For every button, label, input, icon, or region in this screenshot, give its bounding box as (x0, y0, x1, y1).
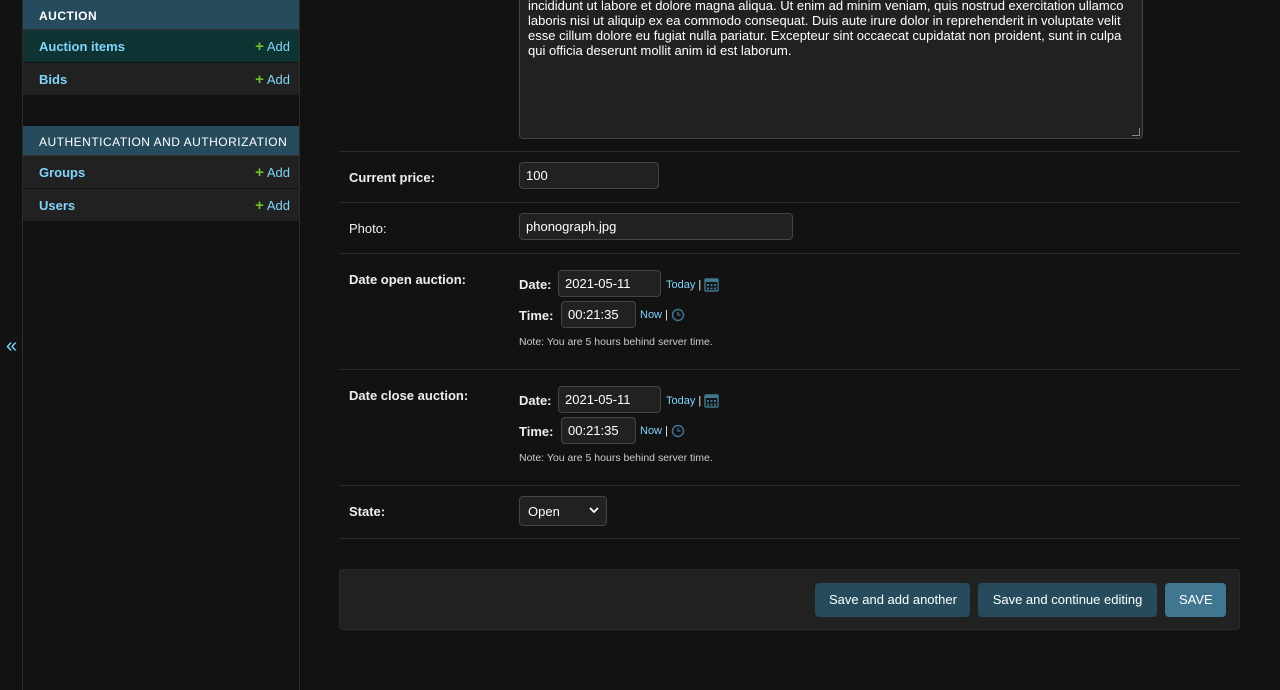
clock-icon[interactable] (671, 308, 685, 322)
date-close-today-link[interactable]: Today (666, 395, 695, 407)
date-open-now-link[interactable]: Now (640, 309, 662, 321)
date-open-time-label: Time: (519, 308, 554, 323)
module-caption-authentication[interactable]: AUTHENTICATION AND AUTHORIZATION (23, 126, 299, 156)
state-select[interactable]: Open (519, 496, 607, 526)
module-spacer (23, 96, 299, 126)
current-price-input[interactable] (519, 162, 659, 189)
separator: | (665, 425, 668, 437)
save-button[interactable]: SAVE (1165, 583, 1226, 617)
separator: | (698, 278, 702, 291)
date-open-time-input[interactable] (561, 301, 636, 328)
date-close-date-input[interactable] (558, 386, 661, 413)
date-close-date-label: Date: (519, 393, 552, 408)
row-divider (339, 202, 1240, 203)
clock-icon[interactable] (671, 424, 685, 438)
date-open-timezone-note: Note: You are 5 hours behind server time… (519, 336, 713, 348)
row-divider (339, 151, 1240, 152)
module-auction: AUCTION Auction items + Add Bids + Add (23, 0, 299, 96)
add-user-link[interactable]: + Add (255, 198, 290, 213)
module-authentication: AUTHENTICATION AND AUTHORIZATION Groups … (23, 126, 299, 222)
add-auction-item-link[interactable]: + Add (255, 39, 290, 54)
add-label: Add (266, 71, 290, 87)
sidebar-item-bids: Bids + Add (23, 63, 299, 96)
date-open-date-input[interactable] (558, 270, 661, 297)
add-label: Add (266, 164, 290, 180)
plus-icon: + (255, 70, 264, 88)
date-open-date-label: Date: (519, 277, 552, 292)
add-group-link[interactable]: + Add (255, 165, 290, 180)
plus-icon: + (255, 37, 264, 55)
date-close-time-label: Time: (519, 424, 554, 439)
date-close-timezone-note: Note: You are 5 hours behind server time… (519, 452, 713, 464)
row-divider (339, 485, 1240, 486)
separator: | (665, 309, 668, 321)
sidebar-item-groups: Groups + Add (23, 156, 299, 189)
calendar-icon[interactable] (704, 393, 719, 408)
row-divider (339, 538, 1240, 539)
plus-icon: + (255, 163, 264, 181)
plus-icon: + (255, 196, 264, 214)
save-and-continue-button[interactable]: Save and continue editing (978, 583, 1157, 617)
add-label: Add (266, 38, 290, 54)
date-close-now-link[interactable]: Now (640, 425, 662, 437)
date-open-time-shortcuts: Now | (640, 308, 685, 322)
sidebar-collapse-strip: « (0, 0, 23, 690)
calendar-icon[interactable] (704, 277, 719, 292)
date-open-shortcuts: Today | (666, 277, 719, 292)
add-bid-link[interactable]: + Add (255, 72, 290, 87)
resize-handle-icon[interactable] (1132, 128, 1140, 136)
photo-input[interactable] (519, 213, 793, 240)
photo-label: Photo: (349, 221, 387, 236)
description-textarea[interactable]: incididunt ut labore et dolore magna ali… (519, 0, 1143, 139)
date-close-shortcuts: Today | (666, 393, 719, 408)
groups-link[interactable]: Groups (39, 165, 85, 180)
sidebar-item-auction-items: Auction items + Add (23, 30, 299, 63)
date-open-today-link[interactable]: Today (666, 279, 695, 291)
row-divider (339, 369, 1240, 370)
module-caption-auction[interactable]: AUCTION (23, 0, 299, 30)
separator: | (698, 394, 702, 407)
chevron-down-icon (589, 507, 599, 514)
date-close-auction-label: Date close auction: (349, 388, 469, 403)
current-price-label: Current price: (349, 170, 435, 185)
auction-items-link[interactable]: Auction items (39, 39, 125, 54)
date-close-time-shortcuts: Now | (640, 424, 685, 438)
date-close-time-input[interactable] (561, 417, 636, 444)
sidebar-nav: AUCTION Auction items + Add Bids + Add A… (23, 0, 300, 690)
state-selected-value: Open (528, 504, 560, 519)
state-label: State: (349, 504, 386, 519)
bids-link[interactable]: Bids (39, 72, 67, 87)
add-label: Add (266, 197, 290, 213)
submit-row: Save and add another Save and continue e… (339, 569, 1240, 630)
users-link[interactable]: Users (39, 198, 75, 213)
date-open-auction-label: Date open auction: (349, 272, 467, 287)
collapse-sidebar-toggle[interactable]: « (0, 336, 23, 358)
description-text: incididunt ut labore et dolore magna ali… (528, 0, 1124, 58)
sidebar-item-users: Users + Add (23, 189, 299, 222)
row-divider (339, 253, 1240, 254)
save-and-add-another-button[interactable]: Save and add another (815, 583, 970, 617)
